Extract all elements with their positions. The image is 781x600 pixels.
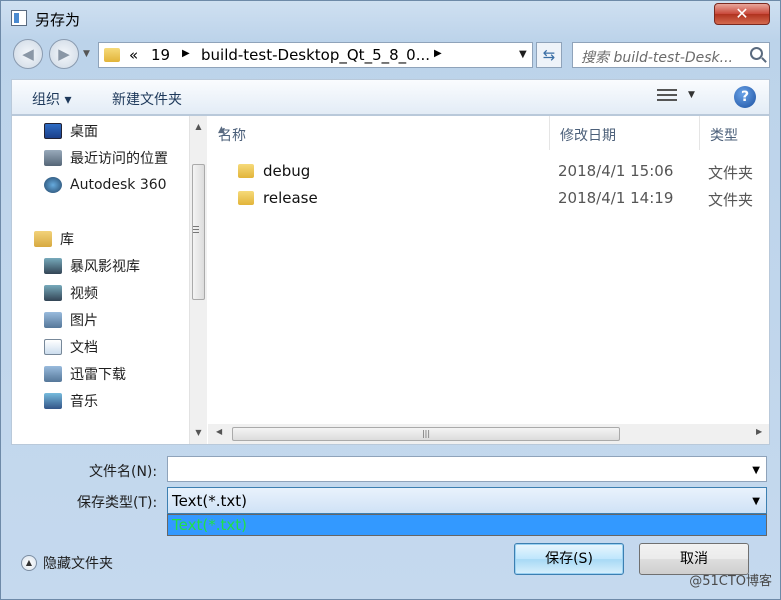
autodesk-icon [44, 177, 62, 193]
column-header-type[interactable]: 类型 [700, 116, 769, 150]
back-icon[interactable]: ◀ [13, 39, 43, 69]
picture-icon [44, 312, 62, 328]
sidebar-item-recent[interactable]: 最近访问的位置 [44, 147, 168, 169]
navigation-pane: 桌面 最近访问的位置 Autodesk 360 库 暴风影视库 视频 图片 文档… [12, 116, 189, 444]
watermark: @51CTO博客 [689, 574, 772, 589]
scrollbar-thumb[interactable]: ||| [232, 427, 620, 441]
breadcrumb-item[interactable]: 19 [151, 46, 170, 64]
sidebar-item-desktop[interactable]: 桌面 [44, 120, 98, 142]
sidebar-item-label: 文档 [70, 340, 98, 356]
sidebar-item-label: 图片 [70, 313, 98, 329]
file-name: release [263, 189, 318, 207]
search-placeholder: 搜索 build-test-Desk... [581, 50, 734, 66]
scroll-up-icon[interactable]: ▲ [190, 118, 207, 135]
file-date: 2018/4/1 14:19 [558, 189, 674, 207]
history-dropdown-icon[interactable]: ▼ [83, 49, 90, 59]
library-icon [34, 231, 52, 247]
browser-area: 桌面 最近访问的位置 Autodesk 360 库 暴风影视库 视频 图片 文档… [11, 115, 770, 445]
close-button[interactable]: ✕ [714, 3, 770, 25]
save-button[interactable]: 保存(S) [514, 543, 624, 575]
file-list: 名称 ▲ 修改日期 类型 debug 2018/4/1 15:06 文件夹 re… [208, 116, 769, 444]
desktop-icon [44, 123, 62, 139]
save-as-dialog: 另存为 ✕ ◀ ▶ ▼ « 19 ▶ build-test-Desktop_Qt… [0, 0, 781, 600]
chevron-right-icon[interactable]: ▶ [434, 48, 442, 59]
command-toolbar: 组织 ▾ 新建文件夹 ▼ ? [11, 79, 770, 115]
filetype-select[interactable]: Text(*.txt) ▼ [167, 487, 767, 514]
sidebar-item-label: 最近访问的位置 [70, 151, 168, 167]
file-row-debug[interactable]: debug 2018/4/1 15:06 文件夹 [208, 159, 769, 185]
view-dropdown-icon[interactable]: ▼ [688, 90, 695, 100]
file-type: 文件夹 [708, 164, 754, 182]
file-date: 2018/4/1 15:06 [558, 162, 674, 180]
window-title: 另存为 [35, 11, 81, 29]
sidebar-item-label: 桌面 [70, 124, 98, 140]
sidebar-item-music[interactable]: 音乐 [44, 390, 98, 412]
hide-folders-label: 隐藏文件夹 [43, 556, 113, 572]
address-dropdown-icon[interactable]: ▼ [519, 49, 527, 60]
filetype-label: 保存类型(T): [77, 495, 158, 511]
refresh-icon[interactable]: ⇆ [536, 42, 562, 68]
sidebar-item-documents[interactable]: 文档 [44, 336, 98, 358]
sidebar-item-label: 暴风影视库 [70, 259, 140, 275]
search-icon [750, 47, 763, 60]
sidebar-item-label: 视频 [70, 286, 98, 302]
sidebar-item-autodesk[interactable]: Autodesk 360 [44, 174, 167, 196]
sidebar-item-library[interactable]: 库 [34, 228, 74, 250]
sidebar-item-videos[interactable]: 视频 [44, 282, 98, 304]
breadcrumb-overflow[interactable]: « [129, 46, 138, 64]
chevron-right-icon[interactable]: ▶ [182, 48, 190, 59]
column-header-date[interactable]: 修改日期 [550, 116, 700, 150]
folder-icon [238, 191, 254, 205]
folder-icon [238, 164, 254, 178]
video-icon [44, 285, 62, 301]
sidebar-item-downloads[interactable]: 迅雷下载 [44, 363, 126, 385]
music-icon [44, 393, 62, 409]
scroll-left-icon[interactable]: ◀ [216, 427, 222, 436]
download-icon [44, 366, 62, 382]
address-bar[interactable]: « 19 ▶ build-test-Desktop_Qt_5_8_0... ▶ … [98, 42, 533, 68]
sidebar-item-label: 迅雷下载 [70, 367, 126, 383]
chevron-down-icon[interactable]: ▼ [752, 496, 760, 507]
video-library-icon [44, 258, 62, 274]
file-name: debug [263, 162, 311, 180]
search-input[interactable]: 搜索 build-test-Desk... [572, 42, 770, 68]
chevron-down-icon[interactable]: ▼ [752, 465, 760, 476]
view-options-icon[interactable] [657, 89, 677, 105]
collapse-icon: ▲ [21, 555, 37, 571]
navigation-scrollbar[interactable]: ▲ ▼ [189, 116, 207, 444]
help-icon[interactable]: ? [734, 86, 756, 108]
sidebar-item-label: Autodesk 360 [70, 177, 167, 193]
filename-label: 文件名(N): [89, 464, 158, 480]
column-label: 修改日期 [560, 128, 616, 144]
scroll-right-icon[interactable]: ▶ [756, 427, 762, 436]
new-folder-button[interactable]: 新建文件夹 [112, 89, 182, 109]
filetype-option[interactable]: Text(*.txt) [168, 515, 766, 535]
column-header-name[interactable]: 名称 ▲ [208, 116, 550, 150]
sidebar-item-pictures[interactable]: 图片 [44, 309, 98, 331]
sort-ascending-icon: ▲ [218, 125, 225, 135]
column-label: 类型 [710, 128, 738, 144]
recent-places-icon [44, 150, 62, 166]
filetype-dropdown-list: Text(*.txt) [167, 514, 767, 536]
folder-icon [104, 48, 120, 62]
window-icon [11, 10, 27, 26]
sidebar-item-label: 音乐 [70, 394, 98, 410]
organize-button[interactable]: 组织 ▾ [32, 89, 71, 109]
grip-icon [193, 226, 199, 235]
file-row-release[interactable]: release 2018/4/1 14:19 文件夹 [208, 186, 769, 212]
scroll-down-icon[interactable]: ▼ [190, 424, 207, 441]
file-type: 文件夹 [708, 191, 754, 209]
navigation-bar: ◀ ▶ ▼ « 19 ▶ build-test-Desktop_Qt_5_8_0… [1, 35, 780, 75]
document-icon [44, 339, 62, 355]
filetype-value: Text(*.txt) [172, 492, 247, 510]
hide-folders-toggle[interactable]: ▲ 隐藏文件夹 [21, 553, 113, 573]
breadcrumb-item[interactable]: build-test-Desktop_Qt_5_8_0... [201, 46, 430, 64]
sidebar-item-label: 库 [60, 232, 74, 248]
sidebar-item-video-library[interactable]: 暴风影视库 [44, 255, 140, 277]
filename-field[interactable]: ▼ [167, 456, 767, 482]
forward-icon[interactable]: ▶ [49, 39, 79, 69]
title-bar: 另存为 ✕ [1, 1, 780, 35]
horizontal-scrollbar[interactable]: ◀ ||| ▶ [208, 424, 769, 444]
